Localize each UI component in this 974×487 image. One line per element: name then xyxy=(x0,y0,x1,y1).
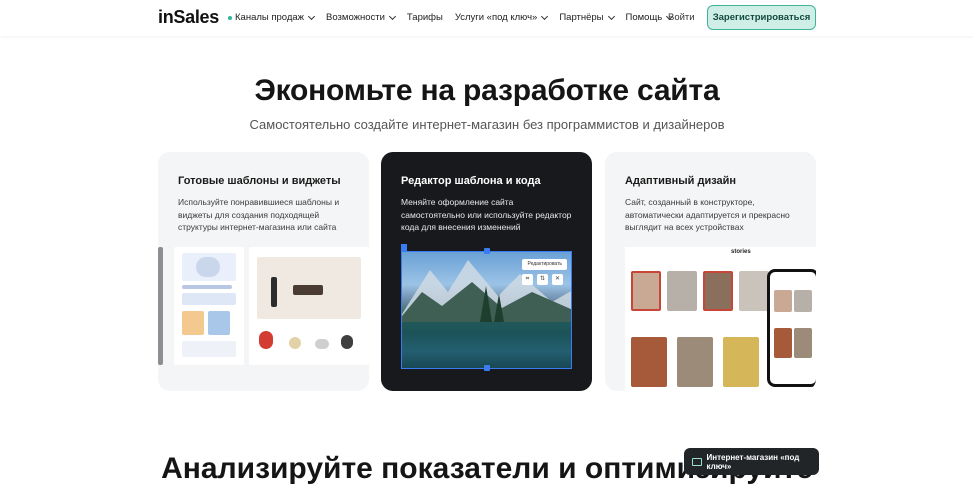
card-title: Готовые шаблоны и виджеты xyxy=(178,175,341,187)
editor-preview-image[interactable]: Редактировать ⌗ ⇅ ✕ xyxy=(401,251,572,369)
chevron-down-icon xyxy=(308,12,316,20)
phone-mockup xyxy=(767,269,816,387)
turnkey-store-badge[interactable]: Интернет-магазин «под ключ» xyxy=(684,448,819,475)
card-editor: Редактор шаблона и кода Меняйте оформлен… xyxy=(381,152,592,391)
chevron-down-icon xyxy=(541,12,549,20)
nav-item-partners[interactable]: Партнёры xyxy=(559,12,615,23)
card-templates: Готовые шаблоны и виджеты Используйте по… xyxy=(158,152,369,391)
card-title: Адаптивный дизайн xyxy=(625,175,737,187)
templates-preview xyxy=(158,247,369,365)
chevron-down-icon xyxy=(607,12,615,20)
main-nav: Каналы продаж Возможности Тарифы Услуги … xyxy=(228,12,684,23)
nav-item-help[interactable]: Помощь xyxy=(626,12,674,23)
template-thumb-kids xyxy=(174,247,244,365)
sort-icon[interactable]: ⇅ xyxy=(537,274,548,285)
resize-handle-top[interactable] xyxy=(484,248,490,254)
resize-handle-bottom[interactable] xyxy=(484,365,490,371)
chevron-down-icon xyxy=(388,12,396,20)
card-text: Сайт, созданный в конструкторе, автомати… xyxy=(625,197,790,232)
nav-item-sales-channels[interactable]: Каналы продаж xyxy=(228,12,316,23)
edit-button[interactable]: Редактировать xyxy=(522,259,567,270)
site-header: inSales Каналы продаж Возможности Тарифы… xyxy=(0,0,974,36)
card-text: Используйте понравившиеся шаблоны и видж… xyxy=(178,197,340,232)
section-title: Анализируйте показатели и оптимизируйте xyxy=(161,452,813,485)
card-text: Меняйте оформление сайта самостоятельно … xyxy=(401,197,572,232)
card-adaptive: Адаптивный дизайн Сайт, созданный в конс… xyxy=(605,152,816,391)
crop-icon[interactable]: ⌗ xyxy=(522,274,533,285)
template-thumb-edge xyxy=(158,247,163,365)
nav-item-features[interactable]: Возможности xyxy=(326,12,396,23)
logo[interactable]: inSales xyxy=(158,7,219,28)
page-subtitle: Самостоятельно создайте интернет-магазин… xyxy=(249,117,725,132)
trash-icon[interactable]: ✕ xyxy=(552,274,563,285)
card-title: Редактор шаблона и кода xyxy=(401,175,541,187)
page-title: Экономьте на разработке сайта xyxy=(254,74,720,107)
register-button[interactable]: Зарегистрироваться xyxy=(707,5,816,30)
template-thumb-interior xyxy=(249,247,369,365)
login-link[interactable]: Войти xyxy=(668,12,695,23)
nav-item-turnkey[interactable]: Услуги «под ключ» xyxy=(455,12,549,23)
monitor-icon xyxy=(692,457,702,466)
nav-item-pricing[interactable]: Тарифы xyxy=(407,12,443,23)
new-dot-icon xyxy=(228,15,232,20)
stories-logo: stories xyxy=(731,249,751,255)
adaptive-preview: stories xyxy=(625,247,816,391)
